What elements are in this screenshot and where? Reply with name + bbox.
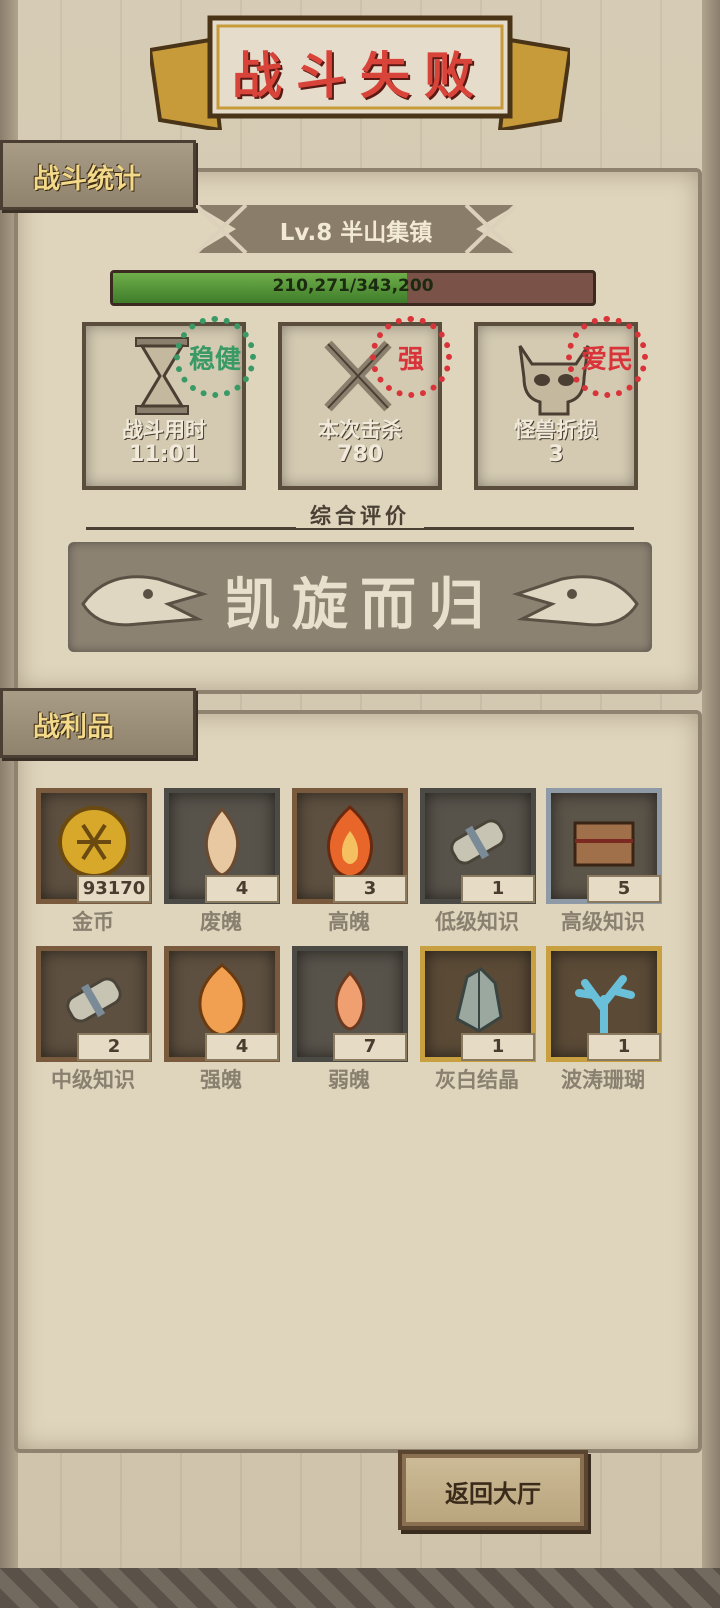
loot-name: 废魄 (200, 910, 242, 934)
pale-flame-icon (204, 806, 240, 877)
loot-item[interactable]: 5 高级知识 (546, 788, 662, 938)
loot-item[interactable]: 3 高魄 (292, 788, 408, 938)
rating-caption-text: 综合评价 (296, 504, 424, 528)
crystal-icon (455, 967, 503, 1033)
progress-bar: 210,271/343,200 (110, 270, 596, 306)
level-ribbon: Lv.8 半山集镇 (194, 203, 518, 255)
loot-frame: 3 (292, 788, 408, 904)
loot-frame: 5 (546, 788, 662, 904)
orange-flame-icon (198, 963, 246, 1037)
title-banner: 战斗失败 (147, 10, 573, 133)
loot-frame: 1 (420, 788, 536, 904)
loot-quantity: 2 (77, 1033, 151, 1061)
tab-battle-stats: 战斗统计 (0, 140, 196, 210)
stat-value: 3 (548, 442, 564, 467)
stat-value: 780 (337, 442, 383, 467)
stamp-badge: 爱民 (566, 316, 648, 398)
stamp-badge: 稳健 (174, 316, 256, 398)
return-lobby-label: 返回大厅 (445, 1480, 541, 1508)
page-title: 战斗失败 (232, 47, 488, 105)
loot-frame: 1 (420, 946, 536, 1062)
progress-text: 210,271/343,200 (272, 276, 434, 296)
return-lobby-button[interactable]: 返回大厅 (398, 1450, 588, 1530)
loot-quantity: 1 (461, 875, 535, 903)
loot-frame: 7 (292, 946, 408, 1062)
loot-quantity: 4 (205, 875, 279, 903)
loot-item[interactable]: 93170 金币 (36, 788, 152, 938)
loot-quantity: 3 (333, 875, 407, 903)
loot-frame: 4 (164, 788, 280, 904)
loot-name: 波涛珊瑚 (561, 1068, 645, 1092)
tab-label: 战利品 (33, 712, 114, 743)
loot-frame: 93170 (36, 788, 152, 904)
loot-item[interactable]: 2 中级知识 (36, 946, 152, 1096)
loot-item[interactable]: 4 废魄 (164, 788, 280, 938)
right-wood-edge (702, 0, 720, 1608)
coral-icon (575, 975, 635, 1037)
stat-card-monster-loss: 爱民 怪兽折损 3 (474, 316, 648, 490)
loot-item[interactable]: 4 强魄 (164, 946, 280, 1096)
loot-item[interactable]: 7 弱魄 (292, 946, 408, 1096)
stat-card-kills: 强 本次击杀 780 (278, 316, 452, 490)
loot-name: 中级知识 (51, 1068, 135, 1092)
scroll-icon (66, 977, 122, 1023)
loot-quantity: 1 (461, 1033, 535, 1061)
loot-item[interactable]: 1 波涛珊瑚 (546, 946, 662, 1096)
loot-frame: 1 (546, 946, 662, 1062)
tab-label: 战斗统计 (33, 164, 141, 195)
tab-loot: 战利品 (0, 688, 196, 758)
loot-quantity: 93170 (77, 875, 151, 903)
loot-quantity: 4 (205, 1033, 279, 1061)
scroll-icon (450, 819, 506, 865)
stat-label: 本次击杀 (318, 418, 402, 442)
gold-coin-icon (58, 806, 130, 878)
loot-quantity: 7 (333, 1033, 407, 1061)
stat-label: 怪兽折损 (514, 418, 598, 442)
loot-name: 灰白结晶 (435, 1068, 519, 1092)
loot-name: 金币 (72, 910, 114, 934)
loot-item[interactable]: 1 低级知识 (420, 788, 536, 938)
loot-frame: 2 (36, 946, 152, 1062)
red-flame-icon (326, 805, 374, 879)
loot-item[interactable]: 1 灰白结晶 (420, 946, 536, 1096)
stat-value: 11:01 (128, 442, 200, 467)
bottom-decor-strip (0, 1568, 720, 1608)
loot-name: 高魄 (328, 910, 370, 934)
loot-name: 弱魄 (328, 1068, 370, 1092)
loot-name: 低级知识 (435, 910, 519, 934)
book-icon (573, 821, 635, 867)
loot-name: 强魄 (200, 1068, 242, 1092)
loot-quantity: 5 (587, 875, 661, 903)
loot-frame: 4 (164, 946, 280, 1062)
stat-card-battle-time: 稳健 战斗用时 11:01 (82, 316, 256, 490)
rating-value: 凯旋而归 (224, 573, 496, 638)
loot-name: 高级知识 (561, 910, 645, 934)
level-label: Lv.8 半山集镇 (279, 220, 433, 246)
stamp-badge: 强 (370, 316, 452, 398)
loot-quantity: 1 (587, 1033, 661, 1061)
stat-label: 战斗用时 (122, 418, 206, 442)
rating-caption: 综合评价 (0, 500, 720, 530)
rating-banner: 凯旋而归 (68, 542, 652, 652)
small-flame-icon (334, 970, 366, 1031)
